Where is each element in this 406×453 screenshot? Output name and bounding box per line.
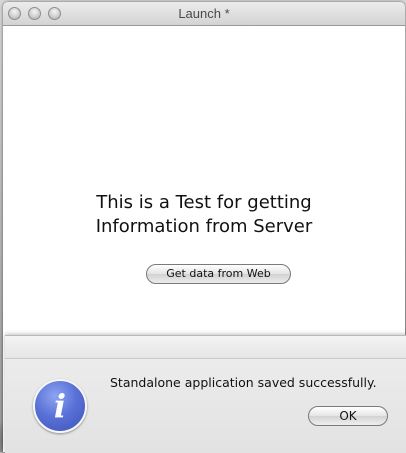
alert-header-strip	[5, 336, 406, 359]
info-glyph: i	[53, 387, 67, 425]
get-data-from-web-button[interactable]: Get data from Web	[146, 264, 291, 284]
alert-dialog: i Standalone application saved successfu…	[5, 335, 406, 453]
title-bar[interactable]: Launch *	[3, 2, 405, 26]
heading-line-1: This is a Test for getting	[96, 192, 312, 213]
heading-line-2: Information from Server	[95, 216, 313, 237]
page-heading: This is a Test for getting Information f…	[3, 191, 405, 239]
window-title: Launch *	[178, 6, 230, 21]
alert-message: Standalone application saved successfull…	[110, 375, 377, 390]
info-icon: i	[33, 379, 87, 433]
ok-button[interactable]: OK	[308, 406, 388, 426]
